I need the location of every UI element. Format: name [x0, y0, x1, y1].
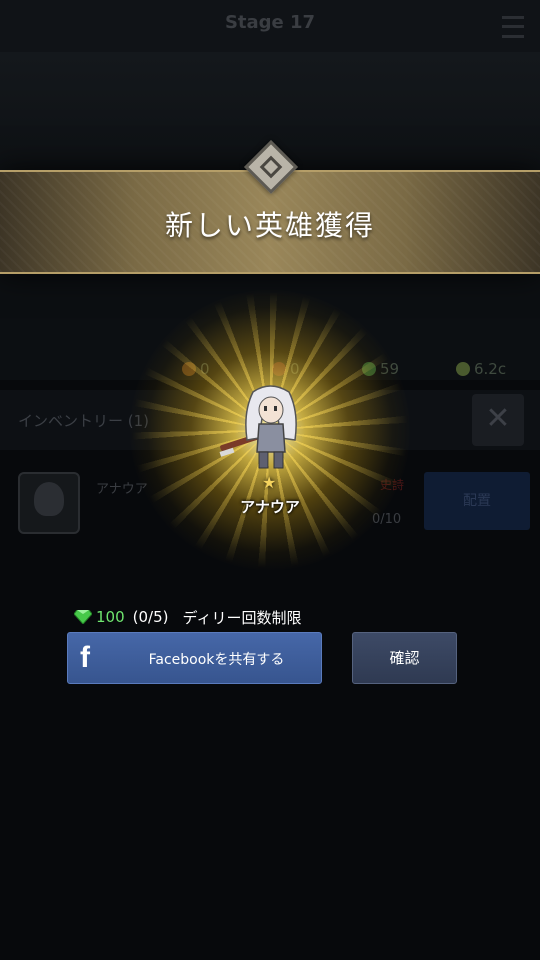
- daily-reward-info: 100 (0/5) ディリー回数制限: [74, 606, 301, 628]
- hero-name: アナウア: [240, 498, 300, 516]
- reward-limit-label: ディリー回数制限: [182, 608, 302, 627]
- reward-gem-amount: 100: [96, 608, 125, 626]
- resource-value: 6.2c: [474, 360, 507, 378]
- facebook-share-button[interactable]: f Facebookを共有する: [67, 632, 322, 684]
- confirm-button[interactable]: 確認: [352, 632, 457, 684]
- banner-title: 新しい英雄獲得: [164, 209, 375, 242]
- hero-sprite: [219, 385, 297, 469]
- facebook-icon: f: [80, 641, 90, 674]
- gem-icon: [74, 610, 92, 624]
- facebook-share-label: Facebookを共有する: [148, 652, 285, 668]
- close-icon: ✕: [472, 394, 524, 446]
- menu-icon: [502, 16, 524, 38]
- top-bar: Stage 17: [0, 0, 540, 52]
- potion-icon: [456, 362, 470, 376]
- reward-daily-count: (0/5): [132, 608, 169, 626]
- resource-potions: 6.2c: [456, 360, 506, 378]
- rarity-star-icon: ★: [262, 473, 277, 492]
- stage-label: Stage 17: [224, 12, 316, 33]
